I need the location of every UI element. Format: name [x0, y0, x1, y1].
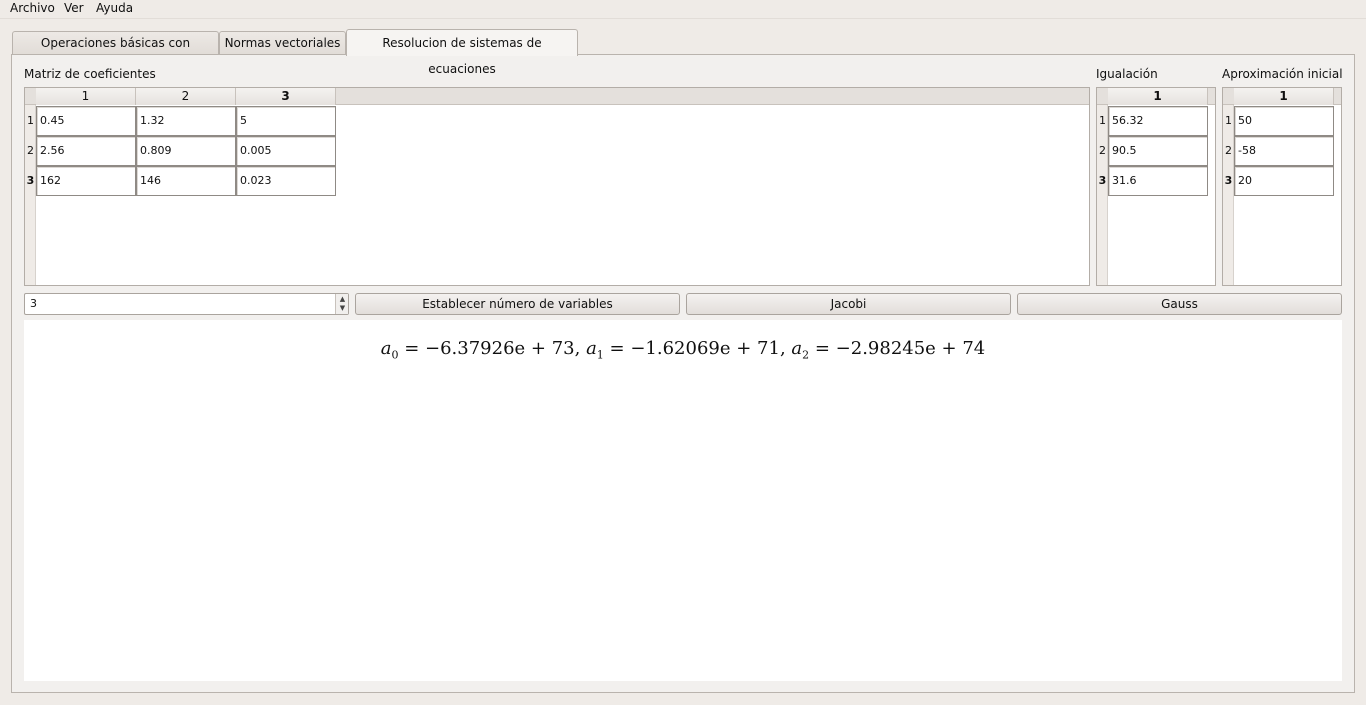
col-header-2[interactable]: 2 [136, 88, 236, 105]
aprox-inicial-table[interactable]: 1 1 2 3 50 -58 20 [1222, 87, 1342, 286]
coef-cell-3-2[interactable]: 146 [136, 166, 236, 196]
coef-cell-2-2[interactable]: 0.809 [136, 136, 236, 166]
set-variables-button[interactable]: Establecer número de variables [355, 293, 680, 315]
coef-cell-3-1[interactable]: 162 [36, 166, 136, 196]
col-header-3[interactable]: 3 [236, 88, 336, 105]
col-header-1[interactable]: 1 [1108, 88, 1208, 105]
row-header-1[interactable]: 1 [1097, 106, 1108, 136]
result-formula: a0 = −6.37926e + 73, a1 = −1.62069e + 71… [380, 338, 986, 362]
coef-cell-1-3[interactable]: 5 [236, 106, 336, 136]
gauss-button[interactable]: Gauss [1017, 293, 1342, 315]
var-a2: a [791, 338, 803, 359]
menu-ver[interactable]: Ver [64, 1, 84, 16]
sub-a1: 1 [596, 348, 604, 362]
row-header-1[interactable]: 1 [1223, 106, 1234, 136]
var-a1: a [586, 338, 597, 359]
row-header-2[interactable]: 2 [1097, 136, 1108, 166]
menu-archivo[interactable]: Archivo [10, 1, 55, 16]
igualacion-table[interactable]: 1 1 2 3 56.32 90.5 31.6 [1096, 87, 1216, 286]
value-a1: −1.62069e + 71 [630, 338, 780, 359]
aprox-cell-3[interactable]: 20 [1234, 166, 1334, 196]
row-header-3[interactable]: 3 [1223, 166, 1234, 196]
value-a2: −2.98245e + 74 [835, 338, 986, 359]
col-header-1[interactable]: 1 [36, 88, 136, 105]
igualacion-cell-3[interactable]: 31.6 [1108, 166, 1208, 196]
spin-up-icon[interactable]: ▲ [338, 295, 347, 304]
coef-matrix-table[interactable]: 1 2 3 1 2 3 0.45 1.32 5 2.56 0.809 0.005… [24, 87, 1090, 286]
num-variables-value[interactable]: 3 [30, 294, 37, 314]
row-header-2[interactable]: 2 [1223, 136, 1234, 166]
coef-cell-1-2[interactable]: 1.32 [136, 106, 236, 136]
coef-cell-2-1[interactable]: 2.56 [36, 136, 136, 166]
coef-cell-1-1[interactable]: 0.45 [36, 106, 136, 136]
aprox-cell-1[interactable]: 50 [1234, 106, 1334, 136]
menu-separator [0, 18, 1366, 19]
tab-resolucion-sistemas[interactable]: Resolucion de sistemas de ecuaciones [346, 29, 578, 76]
num-variables-spinbox[interactable]: 3 ▲ ▼ [24, 293, 349, 315]
result-output: a0 = −6.37926e + 73, a1 = −1.62069e + 71… [24, 320, 1342, 681]
row-header-2[interactable]: 2 [25, 136, 36, 166]
igualacion-label: Igualación [1096, 67, 1158, 81]
igualacion-cell-2[interactable]: 90.5 [1108, 136, 1208, 166]
coef-matrix-label: Matriz de coeficientes [24, 67, 156, 81]
var-a0: a [380, 338, 392, 359]
jacobi-button[interactable]: Jacobi [686, 293, 1011, 315]
menu-bar: Archivo Ver Ayuda [0, 0, 1366, 18]
spinbox-arrows: ▲ ▼ [335, 294, 348, 314]
value-a0: −6.37926e + 73 [425, 338, 575, 359]
aprox-cell-2[interactable]: -58 [1234, 136, 1334, 166]
tab-normas-vectoriales[interactable]: Normas vectoriales [219, 31, 346, 55]
aprox-inicial-label: Aproximación inicial [1222, 67, 1343, 81]
col-header-1[interactable]: 1 [1234, 88, 1334, 105]
coef-cell-2-3[interactable]: 0.005 [236, 136, 336, 166]
tab-operaciones-basicas[interactable]: Operaciones básicas con matrices [12, 31, 219, 72]
menu-ayuda[interactable]: Ayuda [96, 1, 133, 16]
sub-a2: 2 [802, 348, 810, 362]
row-header-3[interactable]: 3 [1097, 166, 1108, 196]
row-header-3[interactable]: 3 [25, 166, 36, 196]
spin-down-icon[interactable]: ▼ [338, 304, 347, 313]
igualacion-cell-1[interactable]: 56.32 [1108, 106, 1208, 136]
sub-a0: 0 [391, 348, 399, 362]
coef-cell-3-3[interactable]: 0.023 [236, 166, 336, 196]
row-header-1[interactable]: 1 [25, 106, 36, 136]
